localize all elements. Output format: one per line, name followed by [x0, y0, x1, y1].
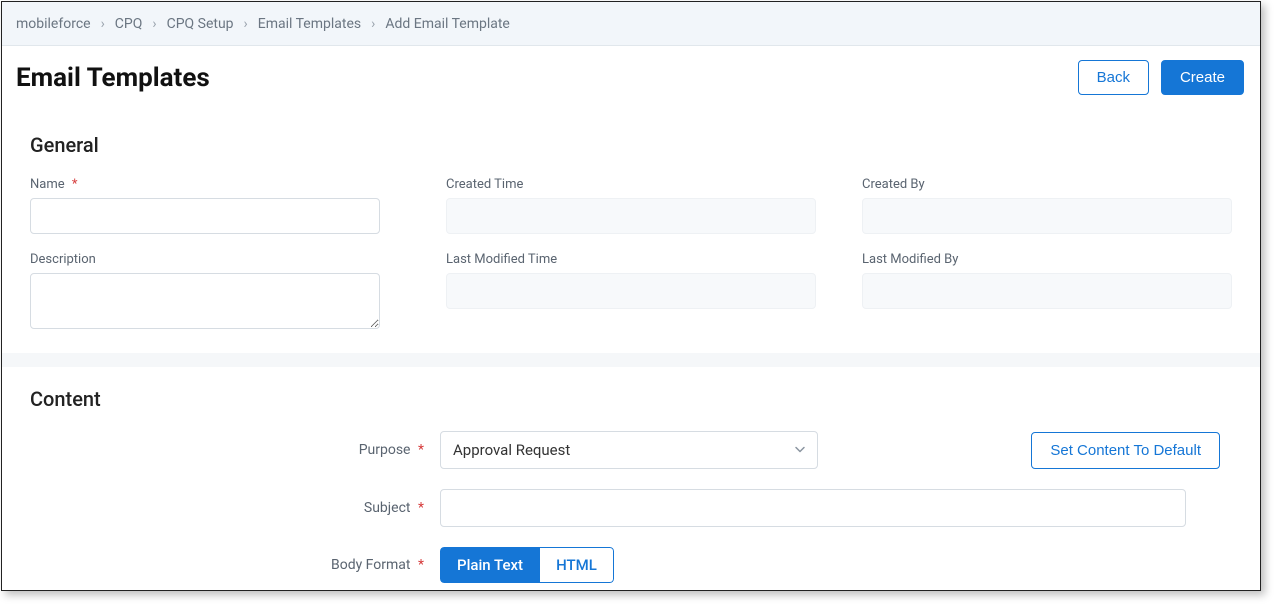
general-section-title: General [30, 133, 1232, 157]
body-format-html[interactable]: HTML [540, 547, 614, 583]
subject-field-col [440, 489, 1232, 527]
purpose-row: Purpose * Approval Request Set Content T… [30, 431, 1232, 469]
created-by-field-group: Created By [862, 177, 1232, 234]
chevron-right-icon: › [101, 16, 105, 32]
content-scroll-area[interactable]: General Name * Created Time Created By [2, 113, 1260, 591]
last-modified-time-value [446, 273, 816, 309]
name-field-group: Name * [30, 177, 400, 234]
body-format-label-text: Body Format [331, 557, 411, 573]
page-title: Email Templates [16, 63, 210, 93]
content-section-title: Content [30, 387, 1232, 411]
chevron-right-icon: › [152, 16, 156, 32]
description-label: Description [30, 252, 400, 267]
created-time-value [446, 198, 816, 234]
page-container: mobileforce › CPQ › CPQ Setup › Email Te… [1, 1, 1261, 591]
content-section: Content Purpose * Approval Request Set C… [2, 367, 1260, 591]
breadcrumb-item-cpq[interactable]: CPQ [115, 16, 143, 32]
purpose-label-text: Purpose [359, 442, 411, 458]
back-button[interactable]: Back [1078, 60, 1149, 95]
breadcrumb-item-email-templates[interactable]: Email Templates [258, 16, 361, 32]
required-marker: * [418, 557, 424, 573]
name-input[interactable] [30, 198, 380, 234]
purpose-select-wrap: Approval Request [440, 431, 818, 469]
created-by-value [862, 198, 1232, 234]
body-format-toggle: Plain Text HTML [440, 547, 614, 583]
body-format-plain-text[interactable]: Plain Text [440, 547, 540, 583]
last-modified-by-value [862, 273, 1232, 309]
subject-label: Subject * [30, 500, 440, 516]
breadcrumb-item-cpq-setup[interactable]: CPQ Setup [167, 16, 234, 32]
created-time-label: Created Time [446, 177, 816, 192]
last-modified-time-label: Last Modified Time [446, 252, 816, 267]
breadcrumb-item-add-email-template[interactable]: Add Email Template [385, 16, 510, 32]
create-button[interactable]: Create [1161, 60, 1244, 95]
subject-label-text: Subject [364, 500, 411, 516]
description-input[interactable] [30, 273, 380, 329]
required-marker: * [418, 500, 424, 516]
general-grid: Name * Created Time Created By Descripti… [30, 177, 1232, 329]
purpose-label: Purpose * [30, 442, 440, 458]
name-label: Name * [30, 177, 400, 192]
chevron-right-icon: › [371, 16, 375, 32]
breadcrumb-item-mobileforce[interactable]: mobileforce [16, 16, 91, 32]
chevron-right-icon: › [244, 16, 248, 32]
required-marker: * [418, 442, 424, 458]
name-label-text: Name [30, 177, 65, 192]
description-field-group: Description [30, 252, 400, 329]
body-format-label: Body Format * [30, 557, 440, 573]
set-content-default-button[interactable]: Set Content To Default [1031, 432, 1220, 469]
purpose-field-col: Approval Request Set Content To Default [440, 431, 1232, 469]
last-modified-time-field-group: Last Modified Time [446, 252, 816, 329]
last-modified-by-label: Last Modified By [862, 252, 1232, 267]
body-format-row: Body Format * Plain Text HTML [30, 547, 1232, 583]
header-actions: Back Create [1078, 60, 1244, 95]
purpose-select[interactable]: Approval Request [440, 431, 818, 469]
required-marker: * [72, 177, 78, 192]
subject-input[interactable] [440, 489, 1186, 527]
created-by-label: Created By [862, 177, 1232, 192]
body-format-field-col: Plain Text HTML [440, 547, 1232, 583]
general-section: General Name * Created Time Created By [2, 113, 1260, 353]
breadcrumb: mobileforce › CPQ › CPQ Setup › Email Te… [2, 2, 1260, 46]
subject-row: Subject * [30, 489, 1232, 527]
header-bar: Email Templates Back Create [2, 46, 1260, 113]
set-default-wrap: Set Content To Default [1031, 432, 1220, 469]
last-modified-by-field-group: Last Modified By [862, 252, 1232, 329]
created-time-field-group: Created Time [446, 177, 816, 234]
